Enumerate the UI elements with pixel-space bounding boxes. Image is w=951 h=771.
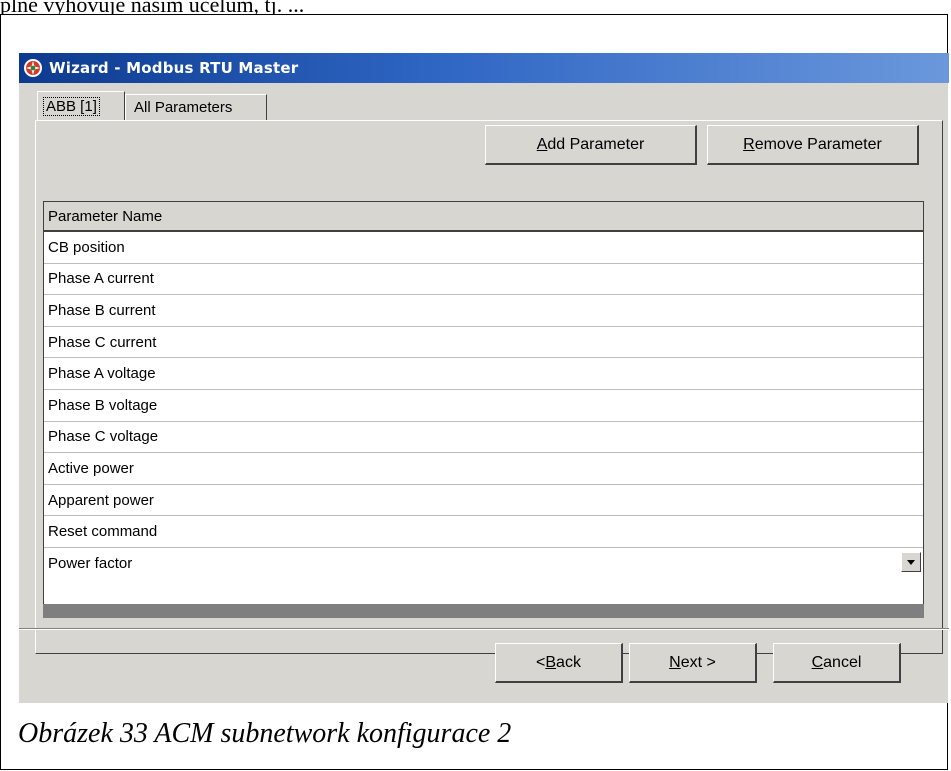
- remove-parameter-button[interactable]: Remove Parameter: [707, 125, 919, 165]
- tab-all-parameters[interactable]: All Parameters: [125, 94, 267, 120]
- next-mnemonic: N: [669, 653, 681, 671]
- add-parameter-mnemonic: A: [536, 135, 548, 153]
- cancel-mnemonic: C: [811, 653, 824, 671]
- next-button[interactable]: Next >: [629, 643, 757, 683]
- table-row[interactable]: CB position: [44, 232, 923, 264]
- table-row[interactable]: Phase C current: [44, 327, 923, 359]
- cancel-label: ancel: [823, 653, 862, 671]
- wizard-window: Wizard - Modbus RTU Master ABB [1] All P…: [18, 53, 949, 703]
- table-row[interactable]: Phase C voltage: [44, 422, 923, 454]
- next-label: ext >: [680, 653, 716, 671]
- window-title: Wizard - Modbus RTU Master: [49, 59, 299, 77]
- column-header-parameter-name[interactable]: Parameter Name: [44, 202, 923, 232]
- table-row[interactable]: Reset command: [44, 516, 923, 548]
- back-button[interactable]: < Back: [495, 643, 623, 683]
- cancel-button[interactable]: Cancel: [773, 643, 901, 683]
- grid-footer-bar: [43, 604, 924, 618]
- table-row-label: Power factor: [48, 555, 133, 573]
- tab-abb-label: ABB [1]: [43, 96, 100, 116]
- tab-abb[interactable]: ABB [1]: [37, 91, 125, 120]
- divider: [19, 628, 949, 630]
- figure-caption: Obrázek 33 ACM subnetwork konfigurace 2: [18, 718, 512, 749]
- app-icon: [23, 58, 43, 78]
- table-row[interactable]: Phase B voltage: [44, 390, 923, 422]
- parameter-grid[interactable]: Parameter Name CB position Phase A curre…: [43, 201, 924, 605]
- table-row[interactable]: Apparent power: [44, 485, 923, 517]
- add-parameter-label: dd Parameter: [547, 135, 645, 153]
- back-label-prefix: <: [536, 653, 546, 671]
- back-mnemonic: B: [545, 653, 557, 671]
- title-bar[interactable]: Wizard - Modbus RTU Master: [19, 53, 949, 83]
- remove-parameter-mnemonic: R: [743, 135, 755, 153]
- table-row[interactable]: Phase A current: [44, 264, 923, 296]
- table-row-last[interactable]: Power factor: [44, 548, 923, 580]
- table-row[interactable]: Phase B current: [44, 295, 923, 327]
- back-label: ack: [556, 653, 581, 671]
- document-top-text: plně vyhovuje našim účelům, tj. ...: [0, 0, 305, 14]
- table-row[interactable]: Active power: [44, 453, 923, 485]
- chevron-down-icon[interactable]: [901, 551, 921, 572]
- remove-parameter-label: emove Parameter: [754, 135, 882, 153]
- tab-all-parameters-label: All Parameters: [134, 99, 233, 116]
- add-parameter-button[interactable]: Add Parameter: [485, 125, 697, 165]
- table-row[interactable]: Phase A voltage: [44, 358, 923, 390]
